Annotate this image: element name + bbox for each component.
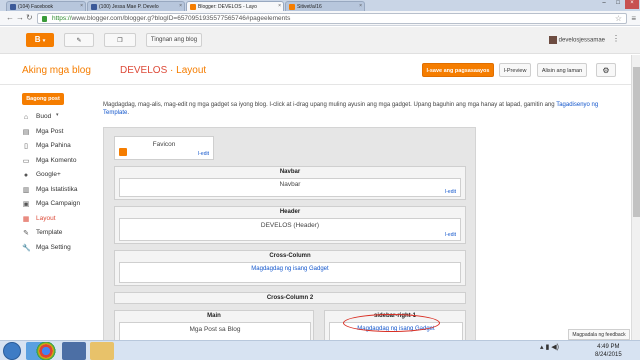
browser-tab[interactable]: (100) Jessa Mae P. Develo × (87, 1, 185, 11)
browser-tab-active[interactable]: Blogger: DEVELOS - Layo × (186, 1, 284, 11)
chrome-taskbar-icon[interactable] (36, 342, 56, 360)
browser-menu-icon[interactable]: ≡ (631, 14, 636, 23)
browser-tab-strip: (104) Facebook × (100) Jessa Mae P. Deve… (0, 0, 640, 11)
sidebar-item-posts[interactable]: ▤ Mga Post (22, 126, 102, 141)
share-icon[interactable]: ⋮ (612, 34, 620, 43)
close-tab-icon[interactable]: × (359, 3, 362, 9)
sidebar-item-comments[interactable]: ▭ Mga Komento (22, 155, 102, 170)
reload-icon[interactable]: ↻ (26, 13, 33, 22)
chevron-down-icon: ▾ (56, 112, 59, 118)
view-blog-button[interactable]: Tingnan ang blog (146, 33, 202, 47)
browser-tab[interactable]: Sitivet/a/16 × (285, 1, 365, 11)
layout-description: Magdagdag, mag-alis, mag-edit ng mga gad… (103, 102, 599, 116)
header-section: Header DEVELOS (Header) I-edit (114, 206, 466, 244)
preview-button[interactable]: I-Preview (499, 63, 531, 77)
navbar-section: Navbar Navbar I-edit (114, 166, 466, 200)
comments-icon: ▭ (22, 157, 30, 165)
back-icon[interactable]: ← (6, 13, 14, 22)
user-menu[interactable]: develosjessamae (548, 36, 605, 44)
cross-column-dropzone: Magdagdag ng isang Gadget (119, 262, 461, 283)
close-tab-icon[interactable]: × (179, 3, 182, 9)
settings-gear-button[interactable]: ⚙ (596, 63, 616, 77)
close-tab-icon[interactable]: × (278, 3, 281, 9)
stats-icon: ▥ (22, 186, 30, 194)
blogger-logo-button[interactable]: B ▾ (26, 33, 54, 47)
page-header: Aking mga blog DEVELOS · Layout I-save a… (0, 55, 640, 85)
new-post-pencil-button[interactable]: ✎ (64, 33, 94, 47)
sidebar-item-googleplus[interactable]: ● Google+ (22, 169, 102, 184)
sidebar-item-settings[interactable]: 🔧 Mga Setting (22, 242, 102, 257)
add-gadget-link[interactable]: Magdagdag ng isang Gadget (120, 266, 460, 272)
annotation-circle (343, 314, 440, 332)
new-post-button[interactable]: Bagong post (22, 93, 64, 105)
breadcrumb: DEVELOS · Layout (120, 65, 207, 76)
address-bar[interactable]: https://www.blogger.com/blogger.g?blogID… (37, 13, 627, 24)
blogger-top-bar: B ▾ ✎ ❐ Tingnan ang blog develosjessamae… (0, 27, 640, 54)
sidebar-item-template[interactable]: ✎ Template (22, 227, 102, 242)
header-edit-link[interactable]: I-edit (445, 232, 456, 238)
close-window-button[interactable]: × (625, 0, 639, 9)
my-blogs-link[interactable]: Aking mga blog (22, 65, 91, 76)
sidebar-item-layout[interactable]: ▦ Layout (22, 213, 102, 228)
system-clock[interactable]: 4:49 PM 8/24/2015 (595, 343, 622, 359)
avatar (548, 36, 557, 44)
gear-icon: ⚙ (602, 66, 610, 75)
folder-taskbar-icon[interactable] (90, 342, 114, 360)
gplus-icon: ● (23, 172, 29, 179)
sidebar-item-stats[interactable]: ▥ Mga Istatistika (22, 184, 102, 199)
browser-toolbar: ← → ↻ https://www.blogger.com/blogger.g?… (0, 11, 640, 26)
navbar-edit-link[interactable]: I-edit (445, 189, 456, 195)
pencil-icon: ✎ (76, 38, 82, 44)
sidebar-item-overview[interactable]: ⌂ Buod ▾ (22, 111, 102, 126)
sidebar-nav: ⌂ Buod ▾ ▤ Mga Post ▯ Mga Pahina ▭ Mga Koment… (22, 111, 102, 256)
campaign-icon: ▣ (22, 201, 30, 208)
lock-icon (42, 16, 47, 22)
favicon-edit-link[interactable]: I-edit (198, 151, 209, 157)
blog-name[interactable]: DEVELOS (120, 65, 167, 76)
sidebar-item-campaigns[interactable]: ▣ Mga Campaign (22, 198, 102, 213)
minimize-button[interactable]: – (597, 0, 611, 9)
copy-button[interactable]: ❐ (104, 33, 136, 47)
send-feedback-button[interactable]: Magpadala ng feedback (568, 329, 630, 340)
pages-icon: ▯ (24, 143, 28, 150)
close-tab-icon[interactable]: × (80, 3, 83, 9)
template-icon: ✎ (23, 230, 29, 237)
save-arrangement-button[interactable]: I-save ang pagsasaayos (422, 63, 494, 77)
home-icon: ⌂ (23, 114, 29, 121)
facebook-icon (91, 4, 97, 10)
start-button[interactable] (3, 342, 21, 360)
app-taskbar-icon[interactable] (62, 342, 86, 360)
posts-icon: ▤ (22, 128, 30, 136)
vertical-scrollbar[interactable] (631, 55, 640, 347)
tray-icons[interactable]: ▴ ▮ ◀) (540, 343, 559, 351)
blogger-icon (190, 4, 196, 10)
header-widget[interactable]: DEVELOS (Header) I-edit (119, 218, 461, 241)
layout-icon: ▦ (22, 215, 30, 223)
copy-icon: ❐ (117, 38, 123, 44)
bookmark-star-icon[interactable]: ☆ (615, 14, 622, 23)
scrollbar-thumb[interactable] (633, 67, 640, 217)
browser-tab[interactable]: (104) Facebook × (6, 1, 86, 11)
page-title: Layout (176, 65, 207, 76)
sidebar-item-pages[interactable]: ▯ Mga Pahina (22, 140, 102, 155)
cross-column-section: Cross-Column Magdagdag ng isang Gadget (114, 250, 466, 286)
clear-button[interactable]: Alisin ang laman (537, 63, 587, 77)
blogger-favicon-icon (119, 148, 127, 156)
navbar-widget[interactable]: Navbar I-edit (119, 178, 461, 197)
favicon-gadget[interactable]: Favicon I-edit (114, 136, 214, 160)
blogger-icon (289, 4, 295, 10)
settings-icon: 🔧 (22, 244, 31, 252)
facebook-icon (10, 4, 16, 10)
forward-icon[interactable]: → (16, 13, 24, 22)
cross-column-2-section: Cross-Column 2 (114, 292, 466, 304)
windows-taskbar: ▴ ▮ ◀) 4:49 PM 8/24/2015 (0, 340, 640, 360)
maximize-button[interactable]: □ (611, 0, 625, 9)
